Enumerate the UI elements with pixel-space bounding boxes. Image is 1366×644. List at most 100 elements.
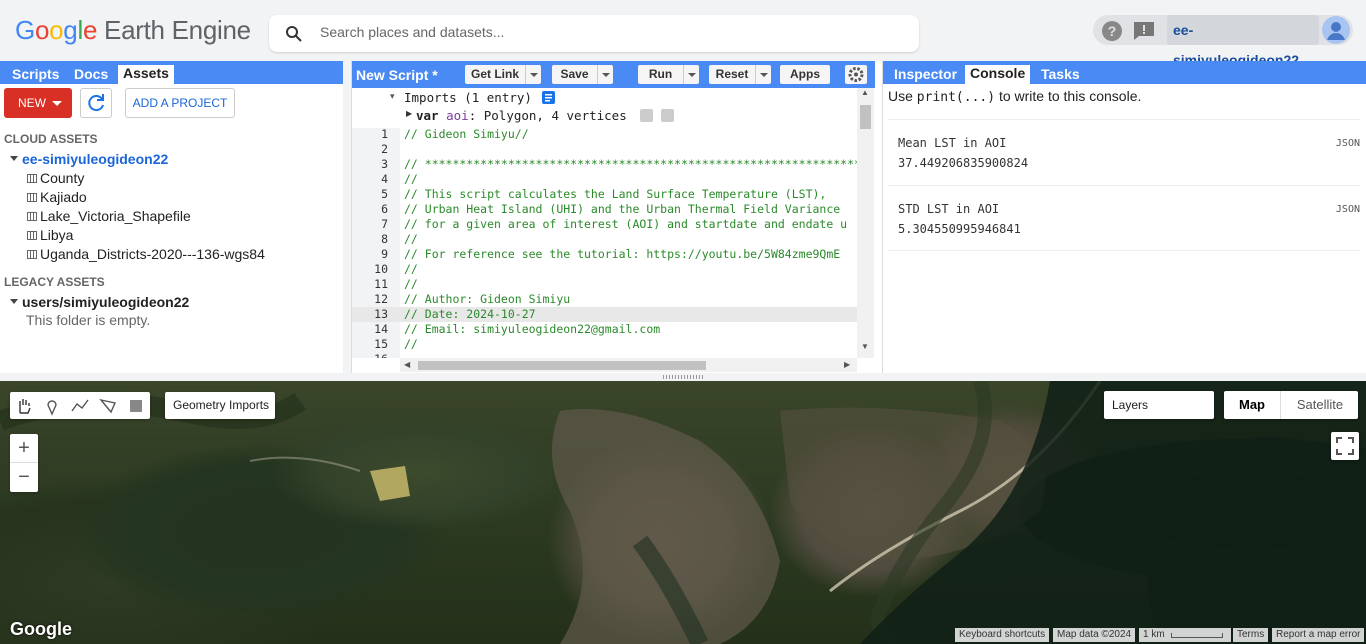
map-type-satellite[interactable]: Satellite: [1282, 391, 1358, 419]
tab-tasks[interactable]: Tasks: [1036, 66, 1085, 84]
layers-button[interactable]: Layers: [1104, 391, 1214, 419]
chevron-down-icon[interactable]: [597, 65, 613, 84]
legacy-root-folder[interactable]: users/simiyuleogideon22: [10, 294, 189, 310]
draw-polygon-icon[interactable]: [98, 396, 118, 416]
code-text[interactable]: // Gideon Simiyu//: [404, 127, 529, 142]
earth-engine-logo[interactable]: Google Earth Engine: [15, 15, 251, 46]
collapse-caret-icon[interactable]: ▾: [390, 91, 395, 102]
get-link-button[interactable]: Get Link: [465, 65, 541, 84]
draw-line-icon[interactable]: [70, 396, 90, 416]
json-toggle[interactable]: JSON: [1336, 138, 1360, 149]
asset-item[interactable]: Kajiado: [27, 189, 87, 205]
geometry-imports-button[interactable]: Geometry Imports: [165, 392, 275, 419]
code-text[interactable]: //: [404, 232, 418, 247]
console-output-entry[interactable]: STD LST in AOI 5.304550995946841 JSON: [888, 185, 1360, 251]
script-icon[interactable]: [542, 91, 555, 107]
settings-button[interactable]: [845, 65, 867, 84]
new-button[interactable]: NEW: [4, 88, 72, 118]
asset-item[interactable]: Lake_Victoria_Shapefile: [27, 208, 191, 224]
terms-link[interactable]: Terms: [1233, 628, 1269, 642]
scroll-down-icon[interactable]: ▼: [861, 342, 869, 351]
vertical-scrollbar[interactable]: ▲ ▼: [857, 88, 874, 358]
scrollbar-thumb[interactable]: [860, 105, 871, 129]
code-text[interactable]: // Email: simiyuleogideon22@gmail.com: [404, 322, 660, 337]
code-line[interactable]: 3 // ************************************…: [352, 157, 857, 172]
code-text[interactable]: //: [404, 172, 418, 187]
code-text[interactable]: // *************************************…: [404, 157, 857, 172]
code-text[interactable]: //: [404, 277, 418, 292]
script-title[interactable]: New Script *: [356, 67, 438, 83]
code-line[interactable]: 1 // Gideon Simiyu//: [352, 127, 857, 142]
reset-button[interactable]: Reset: [709, 65, 771, 84]
refresh-button[interactable]: [80, 88, 112, 118]
asset-item[interactable]: Uganda_Districts-2020---136-wgs84: [27, 246, 265, 262]
expand-triangle-icon[interactable]: ▶: [406, 109, 412, 118]
code-line[interactable]: 4 //: [352, 172, 857, 187]
code-line[interactable]: 10 //: [352, 262, 857, 277]
code-line[interactable]: 12 // Author: Gideon Simiyu: [352, 292, 857, 307]
geometry-settings-icon[interactable]: [640, 109, 653, 122]
tab-scripts[interactable]: Scripts: [7, 66, 64, 84]
save-button[interactable]: Save: [552, 65, 613, 84]
code-text[interactable]: // Date: 2024-10-27: [404, 307, 536, 322]
draw-rectangle-icon[interactable]: [126, 396, 146, 416]
chevron-down-icon[interactable]: [525, 65, 541, 84]
cloud-root-folder[interactable]: ee-simiyuleogideon22: [10, 151, 168, 167]
keyboard-shortcuts-link[interactable]: Keyboard shortcuts: [955, 628, 1050, 642]
imports-summary[interactable]: Imports (1 entry): [404, 90, 532, 105]
code-line[interactable]: 11 //: [352, 277, 857, 292]
code-line[interactable]: 9 // For reference see the tutorial: http…: [352, 247, 857, 262]
feedback-icon[interactable]: [1133, 21, 1155, 44]
username-label[interactable]: ee-simiyuleogideon22: [1167, 15, 1319, 68]
chevron-down-icon[interactable]: [755, 65, 771, 84]
scroll-right-icon[interactable]: ▶: [844, 360, 850, 369]
search-input[interactable]: [320, 24, 880, 40]
asset-item[interactable]: Libya: [27, 227, 73, 243]
drag-handle-icon[interactable]: [663, 375, 703, 379]
point-marker-icon[interactable]: [42, 396, 62, 416]
map-splitter[interactable]: [0, 373, 1366, 381]
tab-assets[interactable]: Assets: [118, 65, 174, 84]
avatar-icon[interactable]: [1322, 16, 1350, 47]
code-line[interactable]: 6 // Urban Heat Island (UHI) and the Urba…: [352, 202, 857, 217]
horizontal-scrollbar[interactable]: ◀ ▶: [400, 358, 857, 372]
search-box[interactable]: [269, 15, 919, 52]
tab-docs[interactable]: Docs: [69, 66, 113, 84]
scroll-left-icon[interactable]: ◀: [404, 360, 410, 369]
code-line[interactable]: 8 //: [352, 232, 857, 247]
code-text[interactable]: // Urban Heat Island (UHI) and the Urban…: [404, 202, 840, 217]
code-line[interactable]: 13 // Date: 2024-10-27: [352, 307, 857, 322]
map-type-map[interactable]: Map: [1224, 391, 1281, 419]
code-text[interactable]: //: [404, 337, 418, 352]
code-text[interactable]: // for a given area of interest (AOI) an…: [404, 217, 847, 232]
tab-inspector[interactable]: Inspector: [889, 66, 962, 84]
scroll-up-icon[interactable]: ▲: [861, 88, 869, 97]
run-button[interactable]: Run: [638, 65, 699, 84]
code-line[interactable]: 5 // This script calculates the Land Surf…: [352, 187, 857, 202]
code-text[interactable]: // For reference see the tutorial: https…: [404, 247, 840, 262]
fullscreen-button[interactable]: [1331, 432, 1359, 460]
asset-item[interactable]: County: [27, 170, 84, 186]
help-icon[interactable]: ?: [1101, 20, 1123, 45]
json-toggle[interactable]: JSON: [1336, 204, 1360, 215]
layer-visibility-icon[interactable]: [661, 109, 674, 122]
code-line[interactable]: 14 // Email: simiyuleogideon22@gmail.com: [352, 322, 857, 337]
apps-button[interactable]: Apps: [780, 65, 830, 84]
code-line[interactable]: 7 // for a given area of interest (AOI) a…: [352, 217, 857, 232]
map-view[interactable]: Geometry Imports + − Layers Map Satellit…: [0, 381, 1366, 644]
expand-triangle-icon[interactable]: [10, 156, 18, 161]
add-project-button[interactable]: ADD A PROJECT: [125, 88, 235, 118]
code-lines[interactable]: 1 // Gideon Simiyu// 2 3 // ****************…: [352, 127, 857, 358]
pan-hand-icon[interactable]: [14, 396, 34, 416]
report-map-error-link[interactable]: Report a map error: [1272, 628, 1365, 642]
tab-console[interactable]: Console: [965, 65, 1031, 84]
import-aoi-entry[interactable]: var aoi: Polygon, 4 vertices: [416, 108, 627, 123]
zoom-out-button[interactable]: −: [10, 463, 38, 492]
code-text[interactable]: // Author: Gideon Simiyu: [404, 292, 570, 307]
scrollbar-thumb[interactable]: [418, 361, 706, 370]
code-line[interactable]: 15 //: [352, 337, 857, 352]
panel-splitter[interactable]: [343, 61, 351, 373]
chevron-down-icon[interactable]: [683, 65, 699, 84]
expand-triangle-icon[interactable]: [10, 299, 18, 304]
code-line[interactable]: 2: [352, 142, 857, 157]
